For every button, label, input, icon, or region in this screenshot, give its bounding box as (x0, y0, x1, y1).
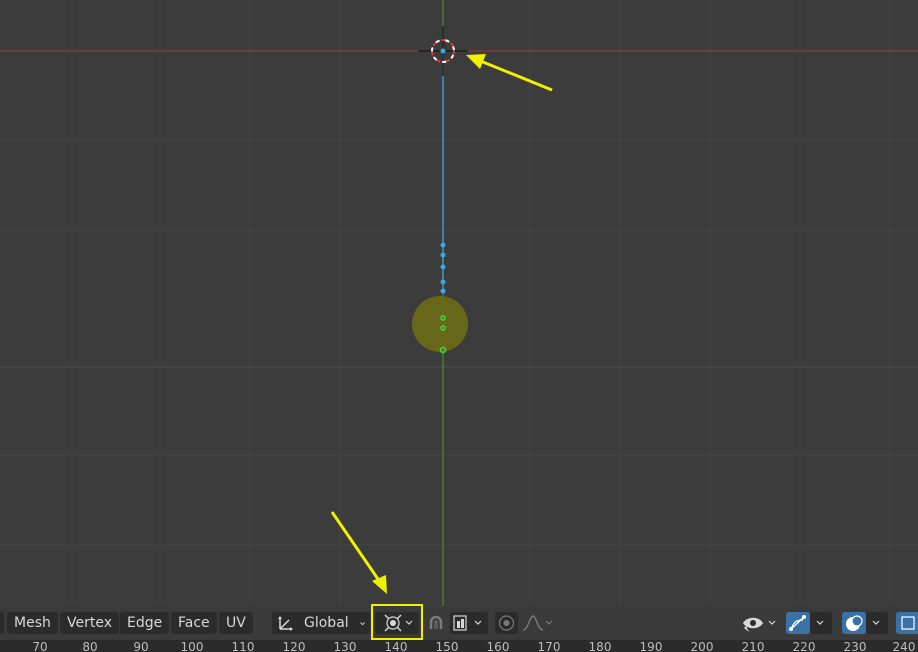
menu-vertex[interactable]: Vertex (60, 612, 120, 634)
gizmo-dropdown[interactable] (810, 612, 832, 634)
falloff-curve-icon (522, 615, 553, 631)
pivot-icon (453, 615, 482, 631)
snap-toggle-button[interactable] (424, 612, 448, 634)
overlay-toggle-button[interactable] (842, 612, 866, 634)
pivot-dropdown[interactable] (450, 612, 488, 634)
menu-uv[interactable]: UV (219, 612, 253, 634)
tick-label: 200 (690, 640, 714, 652)
gizmo-toggle-button[interactable] (786, 612, 810, 634)
proportional-edit-button[interactable] (495, 612, 518, 634)
overlay-dropdown[interactable] (866, 612, 888, 634)
menu-edge[interactable]: Edge (120, 612, 170, 634)
magnet-icon (429, 615, 443, 629)
selectability-visibility-dropdown[interactable] (740, 612, 780, 634)
tick-label: 90 (133, 640, 149, 652)
viewport-header: Mesh Vertex Edge Face UV Global ⌄ (0, 606, 918, 640)
tick-label: 100 (180, 640, 204, 652)
tick-label: 160 (486, 640, 510, 652)
chevron-down-icon (872, 620, 880, 625)
grid (0, 0, 918, 606)
tick-label: 180 (588, 640, 612, 652)
tick-label: 110 (231, 640, 255, 652)
3d-viewport[interactable] (0, 0, 918, 606)
3d-cursor-icon (418, 26, 468, 76)
tick-label: 220 (792, 640, 816, 652)
gizmo-icon (789, 615, 806, 631)
annotation-highlight-box (371, 604, 423, 640)
tick-label: 170 (537, 640, 561, 652)
viewport-canvas (0, 0, 918, 606)
tick-label: 120 (282, 640, 306, 652)
xray-toggle-button[interactable] (896, 612, 918, 634)
tick-label: 130 (333, 640, 357, 652)
tick-label: 210 (741, 640, 765, 652)
tick-label: 230 (843, 640, 867, 652)
transform-orientation-dropdown[interactable]: Global ⌄ (272, 612, 370, 634)
proportional-edit-icon (498, 615, 515, 631)
timeline-ruler: 70 80 90 100 110 120 130 140 150 160 170… (0, 640, 918, 652)
tick-label: 150 (435, 640, 459, 652)
annotation-arrow-top (466, 54, 553, 92)
chevron-down-icon: ⌄ (358, 615, 368, 628)
object-origin-marker (412, 296, 468, 352)
xray-icon (901, 616, 915, 630)
menu-mesh[interactable]: Mesh (7, 612, 58, 634)
tick-label: 240 (892, 640, 916, 652)
falloff-dropdown[interactable] (520, 612, 556, 634)
menu-partial-left[interactable] (0, 612, 4, 634)
eye-icon (743, 617, 776, 632)
tick-label: 190 (639, 640, 663, 652)
tick-label: 70 (32, 640, 48, 652)
tick-label: 80 (82, 640, 98, 652)
menu-face[interactable]: Face (171, 612, 217, 634)
tick-label: 140 (384, 640, 408, 652)
chevron-down-icon (816, 620, 824, 625)
overlay-icon (846, 615, 863, 631)
transform-orientation-label: Global (304, 615, 349, 631)
